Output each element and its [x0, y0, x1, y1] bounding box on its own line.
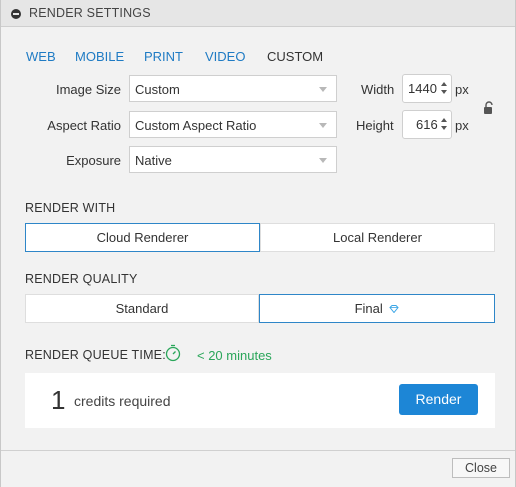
- render-settings-window: RENDER SETTINGS WEB MOBILE PRINT VIDEO C…: [0, 0, 516, 487]
- close-button[interactable]: Close: [452, 458, 510, 478]
- width-label: Width: [361, 82, 395, 97]
- height-label: Height: [356, 118, 394, 133]
- queue-time-value: < 20 minutes: [197, 348, 272, 363]
- tab-print[interactable]: PRINT: [144, 49, 183, 64]
- width-value: 1440: [408, 81, 437, 96]
- cloud-renderer-option[interactable]: Cloud Renderer: [25, 223, 260, 252]
- tab-custom[interactable]: CUSTOM: [267, 49, 323, 64]
- caret-down-icon: [319, 123, 327, 128]
- height-unit: px: [455, 118, 469, 133]
- standard-quality-option[interactable]: Standard: [25, 294, 259, 323]
- height-stepper[interactable]: 616: [402, 110, 452, 139]
- width-stepper[interactable]: 1440: [402, 74, 452, 103]
- render-button[interactable]: Render: [399, 384, 478, 415]
- collapse-icon[interactable]: [11, 9, 21, 19]
- aspect-ratio-select[interactable]: Custom Aspect Ratio: [129, 111, 337, 138]
- credits-label: credits required: [74, 393, 171, 409]
- caret-down-icon: [319, 158, 327, 163]
- diamond-icon: [389, 305, 400, 314]
- image-size-value: Custom: [135, 82, 180, 97]
- queue-time-label: RENDER QUEUE TIME:: [25, 348, 166, 362]
- footer-divider: [1, 450, 515, 451]
- credits-count: 1: [51, 385, 66, 415]
- timer-icon: [165, 344, 181, 362]
- image-size-select[interactable]: Custom: [129, 75, 337, 102]
- tab-web[interactable]: WEB: [26, 49, 56, 64]
- exposure-label: Exposure: [66, 153, 121, 168]
- stepper-icon[interactable]: [441, 81, 448, 96]
- window-title: RENDER SETTINGS: [29, 6, 151, 20]
- final-quality-label: Final: [354, 301, 383, 316]
- stepper-icon[interactable]: [441, 117, 448, 132]
- aspect-ratio-value: Custom Aspect Ratio: [135, 118, 257, 133]
- tab-video[interactable]: VIDEO: [205, 49, 245, 64]
- tab-mobile[interactable]: MOBILE: [75, 49, 124, 64]
- unlock-icon[interactable]: [483, 101, 495, 115]
- width-unit: px: [455, 82, 469, 97]
- credits-panel: 1 credits required Render: [25, 373, 495, 428]
- aspect-ratio-label: Aspect Ratio: [47, 118, 121, 133]
- height-value: 616: [416, 117, 438, 132]
- caret-down-icon: [319, 87, 327, 92]
- render-with-label: RENDER WITH: [25, 201, 116, 215]
- exposure-select[interactable]: Native: [129, 146, 337, 173]
- local-renderer-option[interactable]: Local Renderer: [260, 223, 495, 252]
- exposure-value: Native: [135, 153, 172, 168]
- render-quality-label: RENDER QUALITY: [25, 272, 138, 286]
- title-bar: RENDER SETTINGS: [1, 0, 515, 27]
- final-quality-option[interactable]: Final: [259, 294, 495, 323]
- image-size-label: Image Size: [55, 82, 121, 97]
